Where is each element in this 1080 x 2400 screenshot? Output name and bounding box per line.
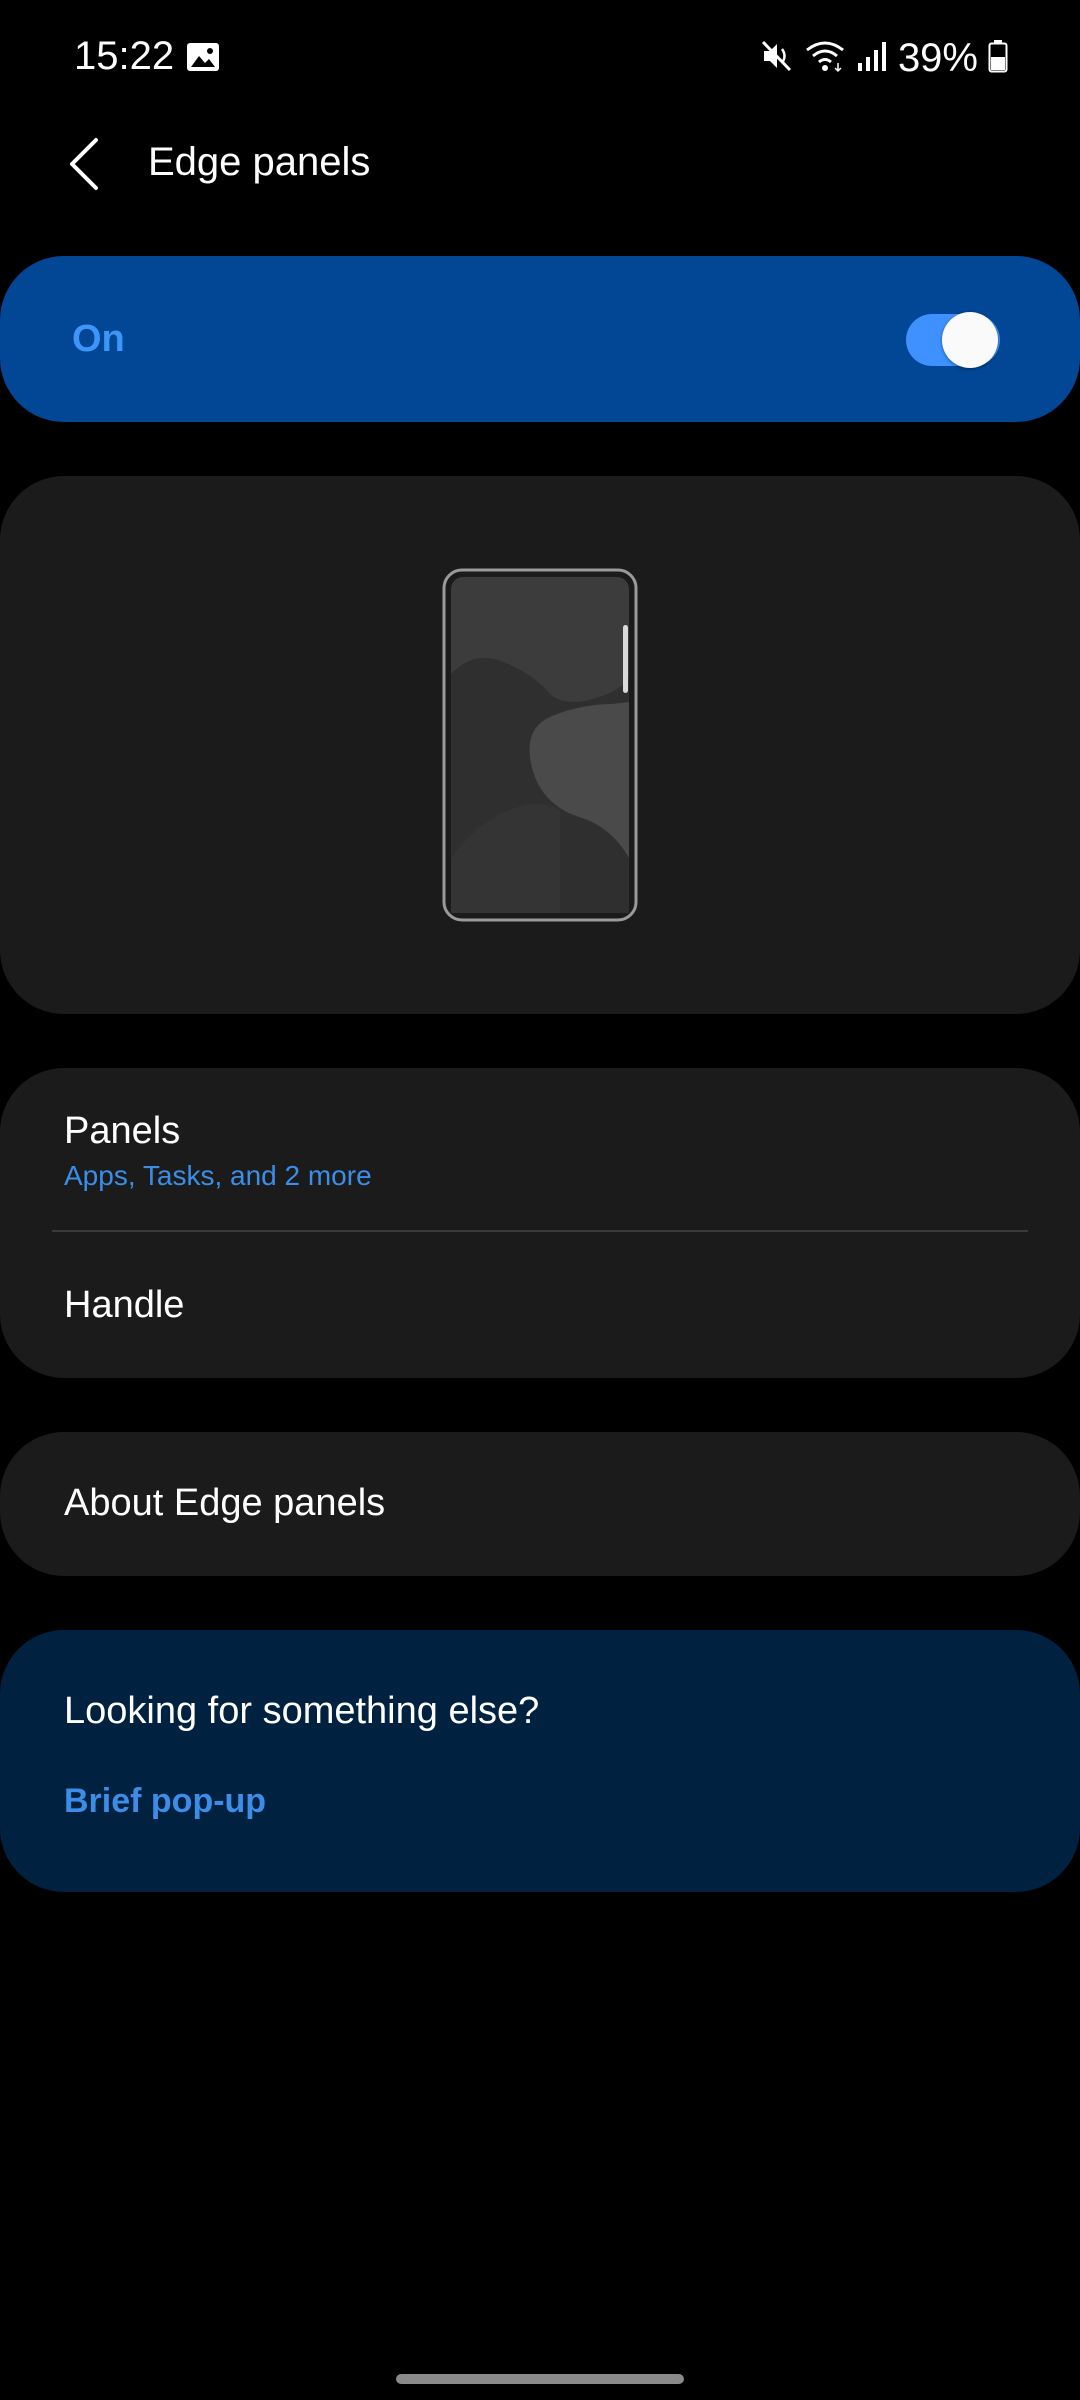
toggle-knob bbox=[942, 312, 998, 368]
signal-icon bbox=[856, 39, 888, 78]
phone-illustration bbox=[442, 568, 638, 922]
battery-icon bbox=[988, 39, 1008, 78]
back-button[interactable] bbox=[56, 124, 112, 204]
handle-item[interactable]: Handle bbox=[0, 1232, 1080, 1378]
panels-item[interactable]: Panels Apps, Tasks, and 2 more bbox=[0, 1068, 1080, 1230]
about-edge-panels-item[interactable]: About Edge panels bbox=[0, 1432, 1080, 1576]
brief-popup-link[interactable]: Brief pop-up bbox=[64, 1782, 266, 1821]
home-indicator[interactable] bbox=[396, 2374, 684, 2384]
status-time: 15:22 bbox=[74, 34, 175, 78]
panels-subtitle: Apps, Tasks, and 2 more bbox=[64, 1160, 372, 1191]
master-toggle[interactable] bbox=[906, 312, 1000, 368]
panels-title: Panels bbox=[64, 1110, 181, 1152]
status-icons: 39% bbox=[760, 34, 1008, 82]
battery-percent: 39% bbox=[897, 35, 978, 80]
page-title: Edge panels bbox=[148, 140, 371, 184]
suggestion-card bbox=[0, 1630, 1080, 1892]
master-switch-label: On bbox=[72, 318, 125, 360]
gallery-icon bbox=[186, 42, 220, 72]
wifi-icon bbox=[804, 39, 846, 78]
about-title: About Edge panels bbox=[64, 1482, 386, 1524]
suggestion-title: Looking for something else? bbox=[64, 1690, 540, 1732]
chevron-left-icon bbox=[70, 138, 98, 190]
handle-title: Handle bbox=[64, 1284, 185, 1326]
mute-icon bbox=[760, 39, 794, 78]
